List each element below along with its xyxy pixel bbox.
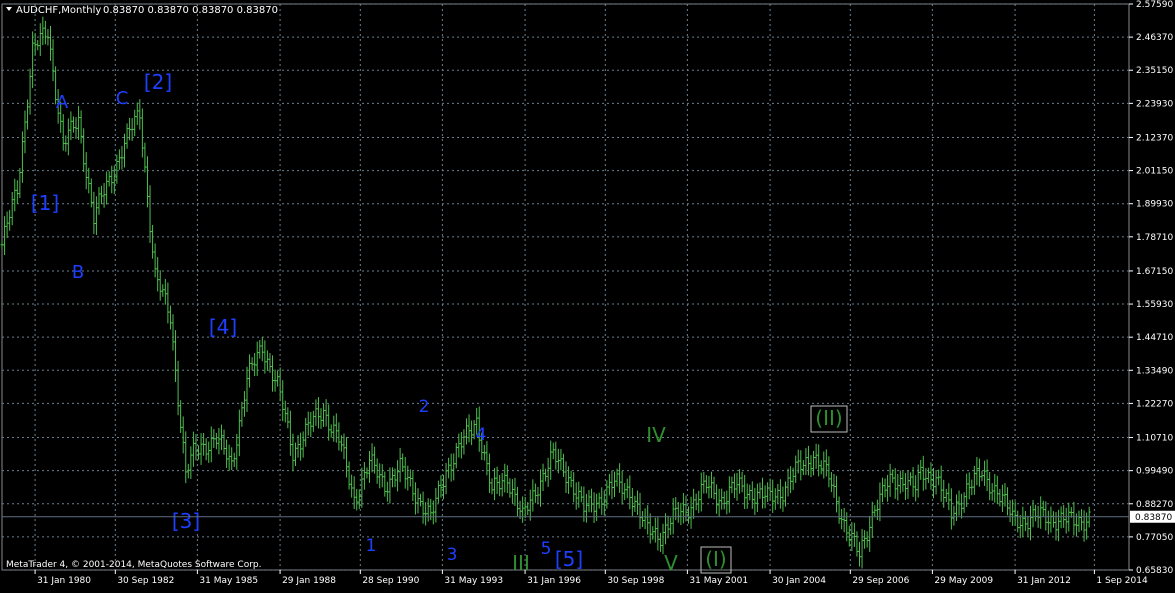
wave-label: (II) <box>815 406 842 430</box>
wave-label: III <box>512 551 530 575</box>
y-tick-label: 1.33490 <box>1136 366 1173 376</box>
y-tick-label: 1.89930 <box>1136 200 1173 210</box>
y-tick-label: 0.88270 <box>1136 500 1173 510</box>
symbol-title: AUDCHF,Monthly <box>16 5 101 16</box>
wave-label: [5] <box>555 547 583 571</box>
y-tick-label: 1.78710 <box>1136 233 1173 243</box>
wave-label: (I) <box>705 547 727 571</box>
wave-label: B <box>72 262 84 283</box>
y-tick-label: 1.55930 <box>1136 300 1173 310</box>
y-tick-label: 0.77050 <box>1136 533 1173 543</box>
wave-label: C <box>116 88 129 109</box>
wave-label: A <box>56 92 69 113</box>
x-tick-label: 30 Sep 1982 <box>117 576 174 586</box>
y-tick-label: 0.99490 <box>1136 467 1173 477</box>
x-tick-label: 29 Sep 2006 <box>852 576 909 586</box>
y-tick-label: 2.23930 <box>1136 99 1173 109</box>
wave-label: 5 <box>541 539 552 559</box>
y-tick-label: 2.35150 <box>1136 66 1173 76</box>
wave-label: [2] <box>144 70 172 94</box>
y-tick-label: 1.44710 <box>1136 333 1173 343</box>
wave-label: IV <box>646 423 666 447</box>
y-tick-label: 0.65830 <box>1136 566 1173 576</box>
y-tick-label: 2.12370 <box>1136 133 1173 143</box>
x-tick-label: 31 May 1985 <box>199 576 258 586</box>
x-tick-label: 28 Sep 1990 <box>362 576 419 586</box>
y-tick-label: 1.10710 <box>1136 434 1173 444</box>
x-tick-label: 30 Sep 1998 <box>607 576 664 586</box>
x-tick-label: 31 Jan 2012 <box>1017 576 1071 586</box>
x-tick-label: 31 Jan 1996 <box>527 576 581 586</box>
wave-label: [4] <box>209 315 237 339</box>
x-tick-label: 31 Jan 1980 <box>37 576 91 586</box>
wave-label: 2 <box>419 397 430 417</box>
y-tick-label: 1.22270 <box>1136 399 1173 409</box>
x-tick-label: 30 Jan 2004 <box>772 576 826 586</box>
wave-label: V <box>664 551 678 575</box>
wave-label: [1] <box>31 191 59 215</box>
wave-label: 3 <box>447 545 458 565</box>
y-tick-label: 1.67150 <box>1136 267 1173 277</box>
x-tick-label: 31 May 2001 <box>689 576 748 586</box>
wave-label: 1 <box>366 536 377 556</box>
copyright-text: MetaTrader 4, © 2001-2014, MetaQuotes So… <box>6 560 262 570</box>
wave-label: [3] <box>172 509 200 533</box>
x-tick-label: 29 Jan 1988 <box>282 576 336 586</box>
x-tick-label: 29 May 2009 <box>934 576 993 586</box>
x-tick-label: 1 Sep 2014 <box>1096 576 1148 586</box>
wave-label: 4 <box>476 425 487 445</box>
x-tick-label: 31 May 1993 <box>444 576 503 586</box>
y-tick-label: 2.46370 <box>1136 33 1173 43</box>
current-price-label: 0.83870 <box>1135 513 1172 523</box>
price-chart[interactable]: A C [2] [1] B [4] [3] 2 4 1 3 5 [5] III IV V (I) (II) 2.5… <box>0 0 1175 589</box>
y-tick-label: 2.01150 <box>1136 167 1173 177</box>
y-tick-label: 2.57590 <box>1136 0 1173 10</box>
chart-window[interactable]: A C [2] [1] B [4] [3] 2 4 1 3 5 [5] III IV V (I) (II) 2.5… <box>0 0 1175 589</box>
ohlc-values: 0.83870 0.83870 0.83870 0.83870 <box>103 5 278 16</box>
